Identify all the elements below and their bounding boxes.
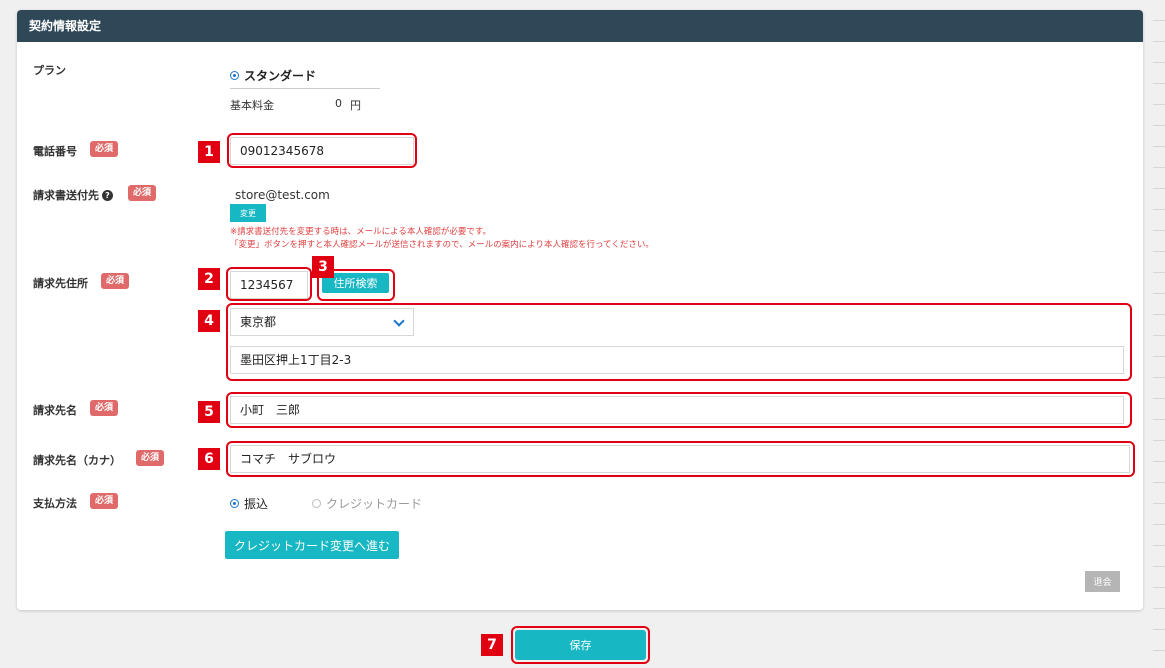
marker-5: 5 <box>198 401 220 423</box>
phone-label: 電話番号 <box>33 145 77 158</box>
marker-6: 6 <box>198 448 220 470</box>
base-fee-unit: 円 <box>350 99 361 112</box>
street-input[interactable]: 墨田区押上1丁目2-3 <box>230 346 1124 374</box>
address-required-badge: 必須 <box>101 273 130 289</box>
help-icon[interactable]: ? <box>102 190 113 201</box>
billing-name-input[interactable]: 小町 三郎 <box>230 396 1124 424</box>
change-email-button[interactable]: 変更 <box>230 204 266 222</box>
invoice-email-label: 請求書送付先? <box>33 187 113 203</box>
payment-card-label: クレジットカード <box>326 497 423 511</box>
phone-required-badge: 必須 <box>90 141 119 157</box>
withdraw-button[interactable]: 退会 <box>1085 571 1120 592</box>
marker-4: 4 <box>198 310 220 332</box>
address-label: 請求先住所 <box>33 277 88 290</box>
base-fee-value: 0 <box>335 97 342 110</box>
prefecture-value: 東京都 <box>240 315 277 329</box>
billing-name-required-badge: 必須 <box>90 400 119 416</box>
plan-radio-standard[interactable]: スタンダード <box>230 67 316 84</box>
marker-3: 3 <box>312 256 334 278</box>
marker-2: 2 <box>198 268 220 290</box>
radio-selected-icon <box>230 71 239 80</box>
chevron-down-icon <box>393 315 405 327</box>
invoice-email-note-1: ※請求書送付先を変更する時は、メールによる本人確認が必要です。 <box>230 227 492 237</box>
billing-name-label: 請求先名 <box>33 404 77 417</box>
payment-label: 支払方法 <box>33 497 77 510</box>
contract-settings-panel: 契約情報設定 プラン スタンダード 基本料金 0 円 電話番号 必須 09012… <box>17 10 1143 610</box>
invoice-email-value: store@test.com <box>235 188 330 202</box>
payment-radio-transfer[interactable]: 振込 <box>230 495 268 512</box>
phone-input[interactable]: 09012345678 <box>230 137 414 165</box>
panel-title: 契約情報設定 <box>17 10 1143 42</box>
payment-required-badge: 必須 <box>90 493 119 509</box>
plan-option-label: スタンダード <box>244 69 317 83</box>
billing-kana-input[interactable]: コマチ サブロウ <box>230 445 1130 473</box>
prefecture-select[interactable]: 東京都 <box>230 308 414 336</box>
marker-7: 7 <box>481 634 503 656</box>
save-button[interactable]: 保存 <box>515 630 646 660</box>
radio-selected-icon <box>230 499 239 508</box>
invoice-email-label-text: 請求書送付先 <box>33 189 99 202</box>
invoice-email-required-badge: 必須 <box>128 185 157 201</box>
billing-kana-label: 請求先名（カナ） <box>33 454 121 467</box>
radio-unselected-icon <box>312 499 321 508</box>
card-change-button[interactable]: クレジットカード変更へ進む <box>225 531 399 559</box>
background-stripes <box>1153 0 1165 668</box>
billing-kana-required-badge: 必須 <box>136 450 165 466</box>
base-fee-label: 基本料金 <box>230 99 274 112</box>
plan-divider <box>230 88 380 89</box>
payment-transfer-label: 振込 <box>244 497 269 511</box>
plan-label: プラン <box>33 64 66 77</box>
invoice-email-note-2: 「変更」ボタンを押すと本人確認メールが送信されますので、メールの案内により本人確… <box>230 240 654 250</box>
zip-input[interactable]: 1234567 <box>230 271 308 299</box>
marker-1: 1 <box>198 141 220 163</box>
payment-radio-card[interactable]: クレジットカード <box>312 495 422 512</box>
